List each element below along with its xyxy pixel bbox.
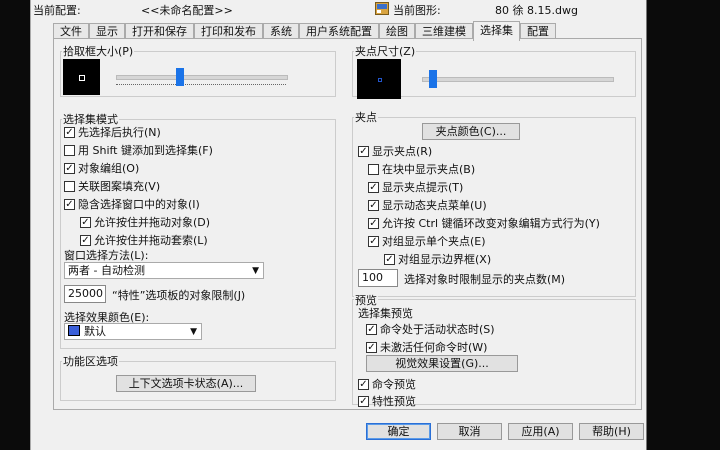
selection-preview-subtitle: 选择集预览 [358,307,413,320]
preview-no-cmd-checkbox[interactable]: 未激活任何命令时(W) [366,339,487,355]
property-preview-checkbox[interactable]: 特性预览 [358,393,416,409]
dynamic-grip-menu-checkbox[interactable]: 显示动态夹点菜单(U) [368,197,487,213]
grip-size-slider-thumb[interactable] [429,70,437,88]
checkbox-box[interactable] [64,181,75,192]
show-grips-checkbox[interactable]: 显示夹点(R) [358,143,432,159]
drawing-file-icon [375,2,389,15]
props-limit-input[interactable]: 25000 [64,285,106,303]
profile-label: 当前配置: [33,4,81,17]
window-method-label: 窗口选择方法(L): [64,249,149,262]
checkbox-box[interactable] [384,254,395,265]
grips-in-blocks-checkbox[interactable]: 在块中显示夹点(B) [368,161,475,177]
checkbox-box[interactable] [358,379,369,390]
grip-limit-label: 选择对象时限制显示的夹点数(M) [404,273,566,286]
assoc-hatch-checkbox[interactable]: 关联图案填充(V) [64,178,160,194]
ok-button[interactable]: 确定 [366,423,431,440]
checkbox-box[interactable] [368,200,379,211]
help-button[interactable]: 帮助(H) [579,423,644,440]
grip-size-preview [357,59,401,99]
group-bbox-checkbox[interactable]: 对组显示边界框(X) [384,251,491,267]
effect-color-select[interactable]: 默认 ▼ [64,323,202,340]
grip-limit-input[interactable]: 100 [358,269,398,287]
pickbox-preview [63,59,100,95]
single-group-grip-checkbox[interactable]: 对组显示单个夹点(E) [368,233,486,249]
header-bar: 当前配置: <<未命名配置>> 当前图形: 80 徐 8.15.dwg [31,0,646,20]
implied-window-checkbox[interactable]: 隐含选择窗口中的对象(I) [64,196,200,212]
visual-effect-settings-button[interactable]: 视觉效果设置(G)... [366,355,518,372]
press-drag-object-checkbox[interactable]: 允许按住并拖动对象(D) [80,214,210,230]
checkbox-box[interactable] [366,342,377,353]
options-dialog: 当前配置: <<未命名配置>> 当前图形: 80 徐 8.15.dwg 文件 显… [30,0,647,450]
color-swatch [68,325,80,336]
object-group-checkbox[interactable]: 对象编组(O) [64,160,139,176]
shift-add-checkbox[interactable]: 用 Shift 键添加到选择集(F) [64,142,213,158]
pickbox-title: 拾取框大小(P) [62,43,135,59]
drawing-value: 80 徐 8.15.dwg [495,4,578,17]
pickbox-slider-thumb[interactable] [176,68,184,86]
grips-title: 夹点 [354,109,378,125]
checkbox-box[interactable] [80,235,91,246]
tab-strip: 文件 显示 打开和保存 打印和发布 系统 用户系统配置 绘图 三维建模 选择集 … [53,21,556,41]
checkbox-box[interactable] [64,199,75,210]
checkbox-box[interactable] [368,182,379,193]
preview-active-cmd-checkbox[interactable]: 命令处于活动状态时(S) [366,321,495,337]
window-method-select[interactable]: 两者 - 自动检测 ▼ [64,262,264,279]
apply-button[interactable]: 应用(A) [508,423,573,440]
checkbox-box[interactable] [358,396,369,407]
command-preview-checkbox[interactable]: 命令预览 [358,376,416,392]
drawing-label: 当前图形: [393,4,441,17]
profile-value: <<未命名配置>> [141,4,233,17]
checkbox-box[interactable] [368,218,379,229]
grip-colors-button[interactable]: 夹点颜色(C)... [422,123,520,140]
tab-selection[interactable]: 选择集 [473,21,520,41]
checkbox-box[interactable] [64,163,75,174]
grip-size-title: 夹点尺寸(Z) [354,43,417,59]
checkbox-box[interactable] [368,164,379,175]
chevron-down-icon: ▼ [190,327,197,337]
checkbox-box[interactable] [64,127,75,138]
checkbox-box[interactable] [80,217,91,228]
grip-tips-checkbox[interactable]: 显示夹点提示(T) [368,179,463,195]
checkbox-box[interactable] [366,324,377,335]
checkbox-box[interactable] [368,236,379,247]
selection-tab-panel: 拾取框大小(P) 夹点尺寸(Z) 选择集模式 先选择后执行(N) 用 Shift… [53,38,642,410]
ribbon-options-title: 功能区选项 [62,353,119,369]
contextual-tab-states-button[interactable]: 上下文选项卡状态(A)... [116,375,256,392]
noun-verb-checkbox[interactable]: 先选择后执行(N) [64,124,161,140]
props-limit-label: “特性”选项板的对象限制(J) [112,289,246,302]
checkbox-box[interactable] [358,146,369,157]
cancel-button[interactable]: 取消 [437,423,502,440]
ctrl-cycle-checkbox[interactable]: 允许按 Ctrl 键循环改变对象编辑方式行为(Y) [368,215,600,231]
press-drag-lasso-checkbox[interactable]: 允许按住并拖动套索(L) [80,232,208,248]
chevron-down-icon: ▼ [252,266,259,276]
checkbox-box[interactable] [64,145,75,156]
